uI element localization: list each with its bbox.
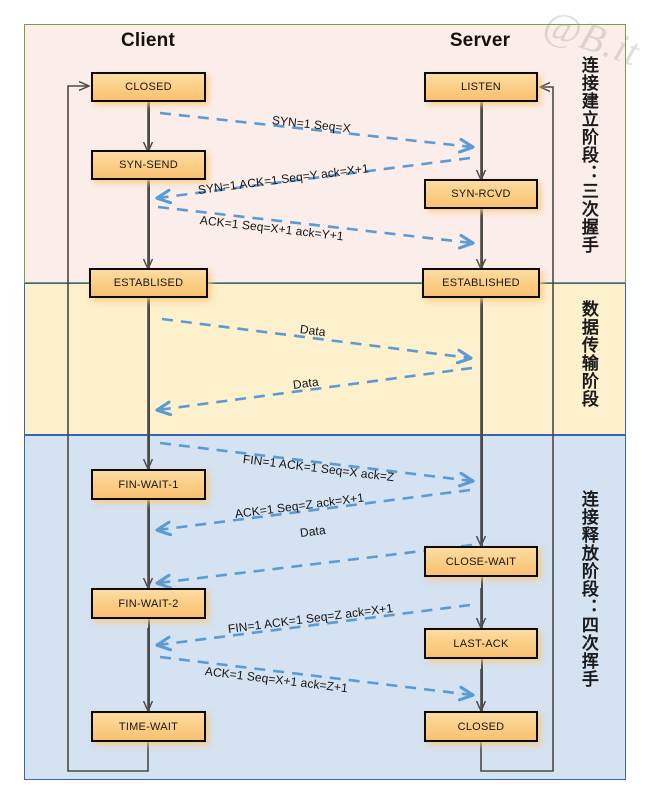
state-box-client-fin-wait-2[interactable]: FIN-WAIT-2 xyxy=(91,588,206,619)
phase-label-connection-establishment: 连接建立阶段：三次握手 xyxy=(577,56,598,254)
state-box-server-closed[interactable]: CLOSED xyxy=(424,711,538,742)
state-box-server-established[interactable]: ESTABLISHED xyxy=(422,268,540,298)
state-box-server-syn-rcvd[interactable]: SYN-RCVD xyxy=(424,179,538,209)
column-title-client: Client xyxy=(121,30,175,51)
tcp-state-diagram: @B.it Client Server 连接建立阶段：三次握手 数据传输阶段 连… xyxy=(0,0,650,804)
phase-label-data-transfer: 数据传输阶段 xyxy=(577,300,598,408)
state-box-client-established[interactable]: ESTABLISED xyxy=(89,268,208,298)
column-title-server: Server xyxy=(449,30,511,51)
state-box-client-syn-send[interactable]: SYN-SEND xyxy=(91,150,206,180)
phase-band-data-transfer xyxy=(24,283,626,435)
phase-label-connection-release: 连接释放阶段：四次挥手 xyxy=(577,490,598,688)
state-box-server-close-wait[interactable]: CLOSE-WAIT xyxy=(424,546,538,577)
state-box-client-time-wait[interactable]: TIME-WAIT xyxy=(91,711,206,742)
state-box-client-fin-wait-1[interactable]: FIN-WAIT-1 xyxy=(91,469,206,500)
state-box-server-listen[interactable]: LISTEN xyxy=(424,72,538,102)
lifeline-client xyxy=(148,101,150,729)
state-box-server-last-ack[interactable]: LAST-ACK xyxy=(424,628,538,659)
state-box-client-closed[interactable]: CLOSED xyxy=(91,72,206,102)
